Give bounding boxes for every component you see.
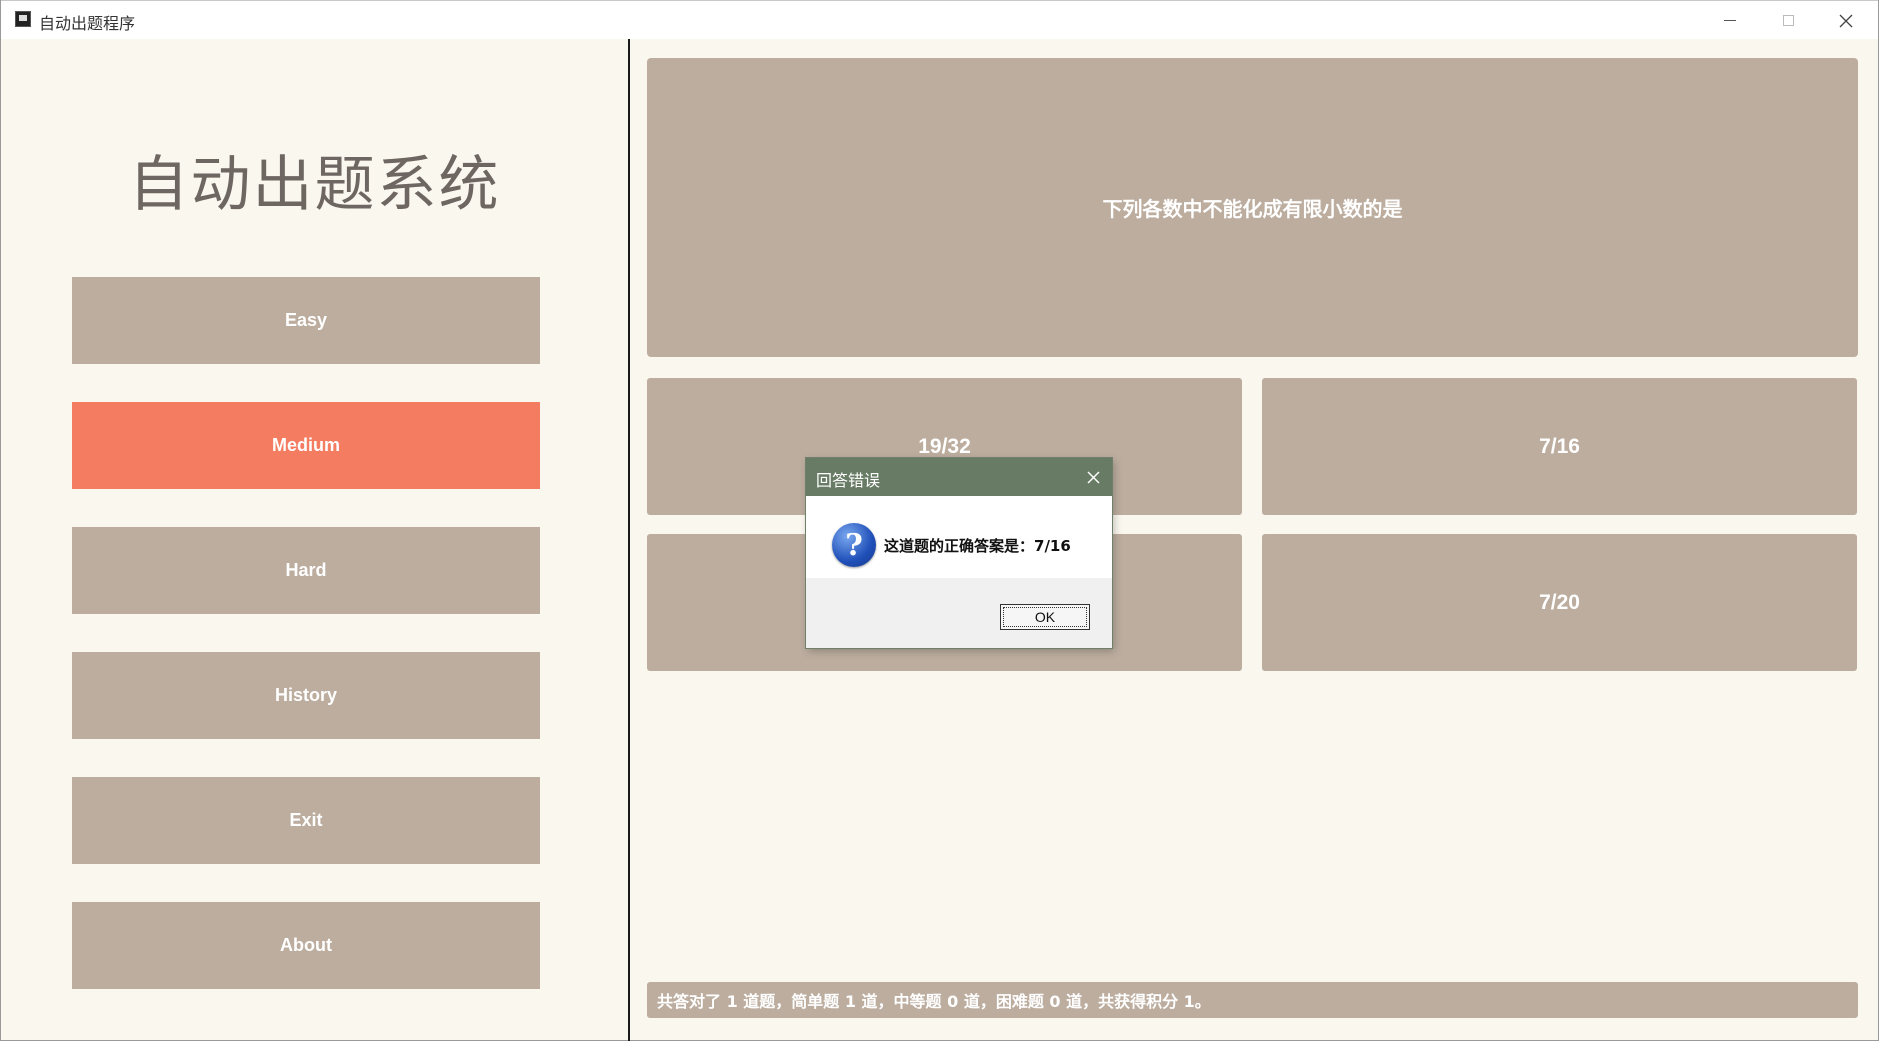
maximize-icon xyxy=(1782,15,1794,26)
wrong-answer-dialog: 回答错误 ? 这道题的正确答案是：7/16 OK xyxy=(806,458,1112,648)
option-b-button[interactable]: 7/16 xyxy=(1262,378,1857,515)
close-icon xyxy=(1086,470,1100,484)
close-icon xyxy=(1839,14,1853,27)
question-icon: ? xyxy=(832,523,876,567)
score-status-text: 共答对了 1 道题，简单题 1 道，中等题 0 道，困难题 0 道，共获得积分 … xyxy=(657,992,1211,1011)
question-text: 下列各数中不能化成有限小数的是 xyxy=(1102,197,1403,221)
title-bar: 自动出题程序 xyxy=(1,0,1878,39)
minimize-button[interactable] xyxy=(1701,1,1759,40)
app-icon xyxy=(15,11,31,27)
window-title: 自动出题程序 xyxy=(39,14,136,33)
score-status-bar: 共答对了 1 道题，简单题 1 道，中等题 0 道，困难题 0 道，共获得积分 … xyxy=(647,982,1858,1018)
maximize-button[interactable] xyxy=(1759,1,1817,40)
medium-button[interactable]: Medium xyxy=(72,402,540,489)
minimize-icon xyxy=(1724,20,1736,21)
history-button[interactable]: History xyxy=(72,652,540,739)
dialog-footer: OK xyxy=(806,578,1112,648)
dialog-body: ? 这道题的正确答案是：7/16 xyxy=(806,496,1112,578)
app-window: 自动出题程序 自动出题系统 Easy Medium Hard History E… xyxy=(0,0,1879,1041)
system-title: 自动出题系统 xyxy=(128,150,501,220)
hard-button[interactable]: Hard xyxy=(72,527,540,614)
ok-button[interactable]: OK xyxy=(1000,604,1090,630)
about-button[interactable]: About xyxy=(72,902,540,989)
dialog-message: 这道题的正确答案是：7/16 xyxy=(884,537,1071,555)
option-d-button[interactable]: 7/20 xyxy=(1262,534,1857,671)
dialog-title: 回答错误 xyxy=(816,471,881,490)
close-button[interactable] xyxy=(1817,1,1875,40)
panel-divider xyxy=(628,39,630,1041)
question-panel: 下列各数中不能化成有限小数的是 xyxy=(647,58,1858,357)
dialog-close-button[interactable] xyxy=(1082,466,1104,488)
dialog-title-bar: 回答错误 xyxy=(806,458,1112,496)
easy-button[interactable]: Easy xyxy=(72,277,540,364)
exit-button[interactable]: Exit xyxy=(72,777,540,864)
